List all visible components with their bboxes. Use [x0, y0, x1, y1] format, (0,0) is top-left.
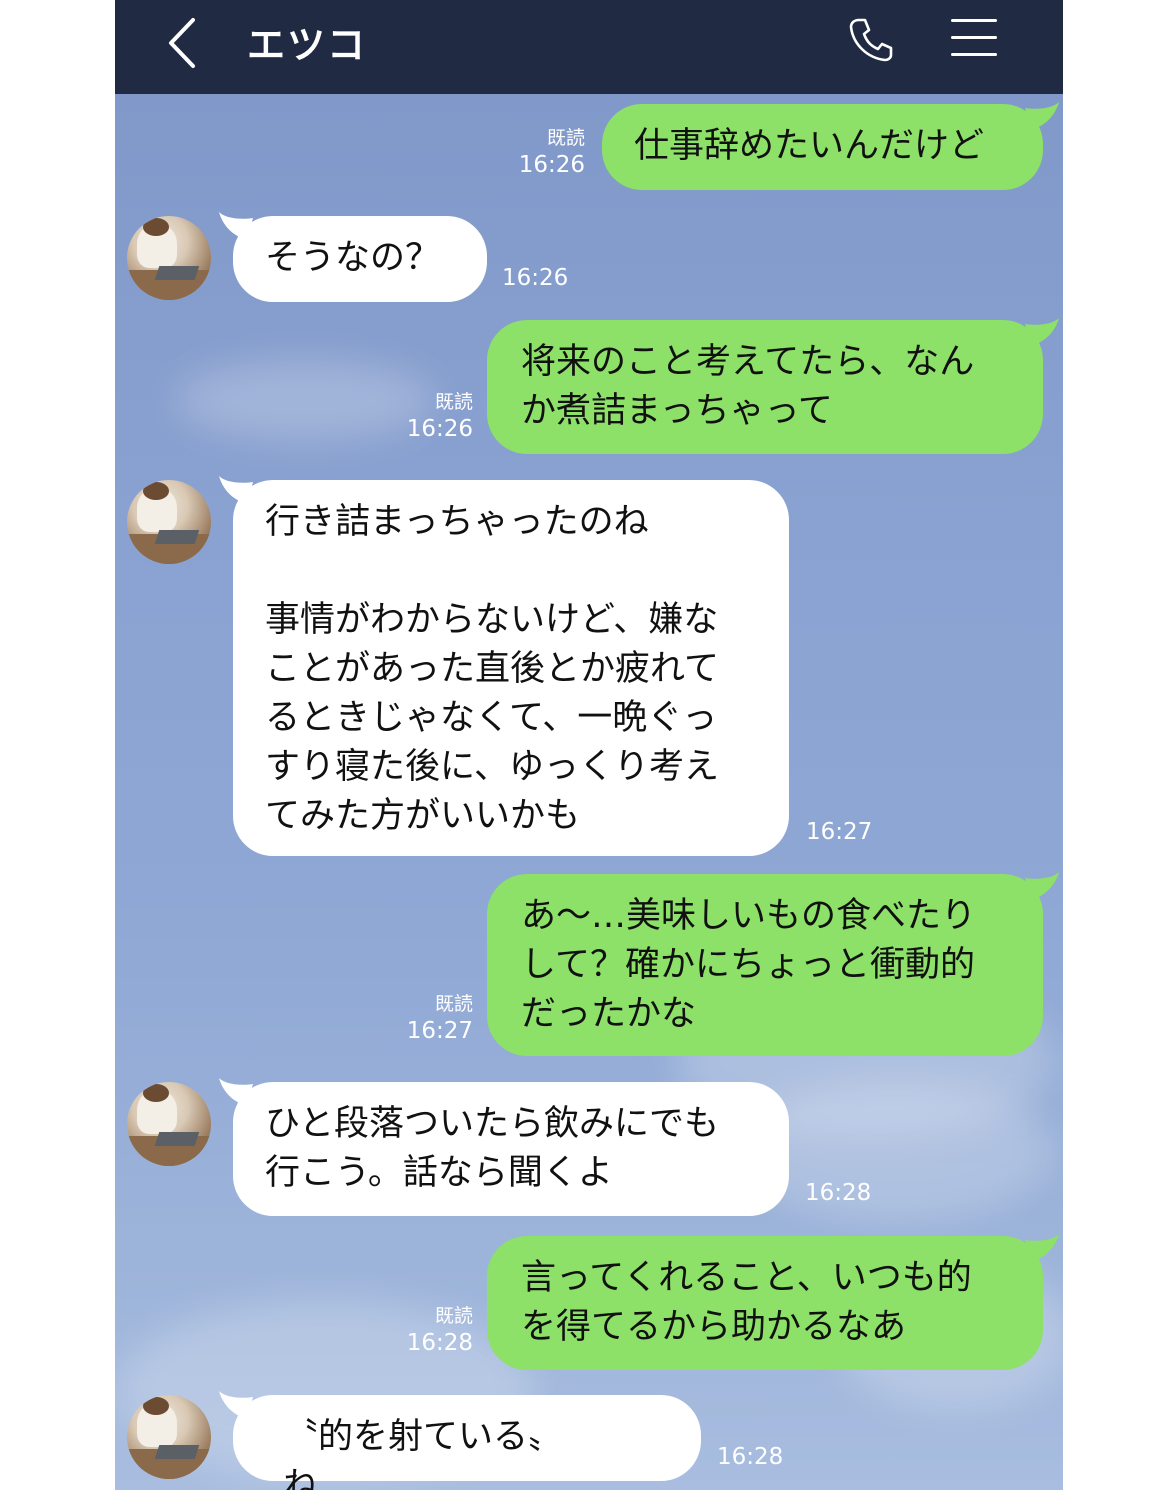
- chat-title: エツコ: [247, 23, 368, 67]
- bubble-tail: [1025, 318, 1059, 346]
- message-time: 16:26: [502, 265, 569, 291]
- incoming-message-bubble[interactable]: ひと段落ついたら飲みにでも 行こう。話なら聞くよ: [233, 1082, 789, 1216]
- bubble-tail: [1025, 102, 1059, 130]
- outgoing-message-bubble[interactable]: 将来のこと考えてたら、なん か煮詰まっちゃって: [487, 320, 1043, 454]
- read-receipt: 既読: [434, 993, 473, 1015]
- phone-icon[interactable]: [845, 14, 897, 66]
- contact-avatar[interactable]: [127, 216, 211, 300]
- message-time: 16:28: [805, 1180, 872, 1206]
- outgoing-message-bubble[interactable]: 仕事辞めたいんだけど: [602, 104, 1043, 190]
- message-text: 行き詰まっちゃったのね 事情がわからないけど、嫌な ことがあった直後とか疲れて …: [265, 502, 719, 836]
- read-receipt: 既読: [434, 1305, 473, 1327]
- menu-icon[interactable]: [951, 19, 997, 59]
- message-text: 将来のこと考えてたら、なん か煮詰まっちゃって: [521, 342, 975, 431]
- outgoing-message-bubble[interactable]: あ〜…美味しいもの食べたり して？確かにちょっと衝動的 だったかな: [487, 874, 1043, 1056]
- incoming-message-bubble[interactable]: 〝的を射ている〟ね……: [233, 1395, 701, 1490]
- read-receipt: 既読: [434, 391, 473, 413]
- contact-avatar[interactable]: [127, 1395, 211, 1479]
- incoming-message-bubble[interactable]: そうなの？: [233, 216, 487, 302]
- message-time: 16:27: [806, 819, 873, 845]
- message-time: 16:26: [406, 416, 473, 442]
- chat-header: エツコ: [115, 0, 1063, 94]
- message-time: 16:28: [406, 1330, 473, 1356]
- message-text: そうなの？: [265, 238, 441, 278]
- bubble-tail: [1025, 872, 1059, 900]
- contact-avatar[interactable]: [127, 480, 211, 564]
- back-chevron-icon[interactable]: [163, 16, 203, 70]
- outgoing-message-bubble[interactable]: 言ってくれること、いつも的 を得てるから助かるなあ: [487, 1236, 1043, 1370]
- message-meta: 既読 16:28: [395, 1304, 473, 1358]
- message-time: 16:26: [518, 152, 585, 178]
- message-text: 言ってくれること、いつも的 を得てるから助かるなあ: [521, 1258, 972, 1347]
- message-text: あ〜…美味しいもの食べたり して？確かにちょっと衝動的 だったかな: [521, 896, 977, 1034]
- message-meta: 既読 16:26: [507, 126, 585, 180]
- message-text: 仕事辞めたいんだけど: [634, 126, 985, 166]
- message-time: 16:27: [406, 1018, 473, 1044]
- message-time: 16:28: [717, 1444, 784, 1470]
- message-text: 〝的を射ている〟ね……: [283, 1417, 564, 1490]
- read-receipt: 既読: [546, 127, 585, 149]
- message-text: ひと段落ついたら飲みにでも 行こう。話なら聞くよ: [265, 1104, 719, 1193]
- message-meta: 既読 16:27: [395, 992, 473, 1046]
- bubble-tail: [1025, 1234, 1059, 1262]
- contact-avatar[interactable]: [127, 1082, 211, 1166]
- chat-screen: エツコ 既読 16:26 仕事辞めたいんだけど そうなの？ 16:26 既読 1…: [115, 0, 1063, 1490]
- incoming-message-bubble[interactable]: 行き詰まっちゃったのね 事情がわからないけど、嫌な ことがあった直後とか疲れて …: [233, 480, 789, 856]
- message-meta: 既読 16:26: [395, 390, 473, 444]
